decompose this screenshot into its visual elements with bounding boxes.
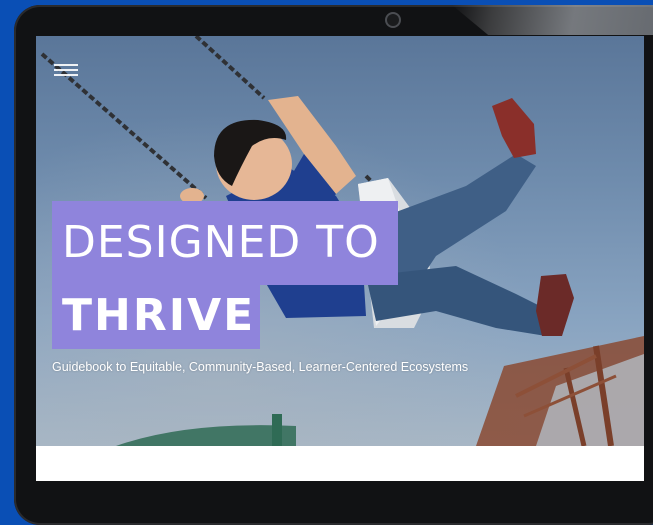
playground-structure xyxy=(476,336,644,446)
hero-subtitle: Guidebook to Equitable, Community-Based,… xyxy=(52,360,469,374)
green-play-bars xyxy=(116,414,296,446)
hamburger-menu-icon[interactable] xyxy=(54,64,78,76)
hero-banner: DESIGNED TO THRIVE Guidebook to Equitabl… xyxy=(36,36,644,446)
camera-icon xyxy=(387,14,399,26)
hero-title-line-2: THRIVE xyxy=(52,285,260,349)
hero-title-line-1: DESIGNED TO xyxy=(52,201,398,285)
child-head xyxy=(180,119,292,204)
device-screen: DESIGNED TO THRIVE Guidebook to Equitabl… xyxy=(36,36,644,481)
